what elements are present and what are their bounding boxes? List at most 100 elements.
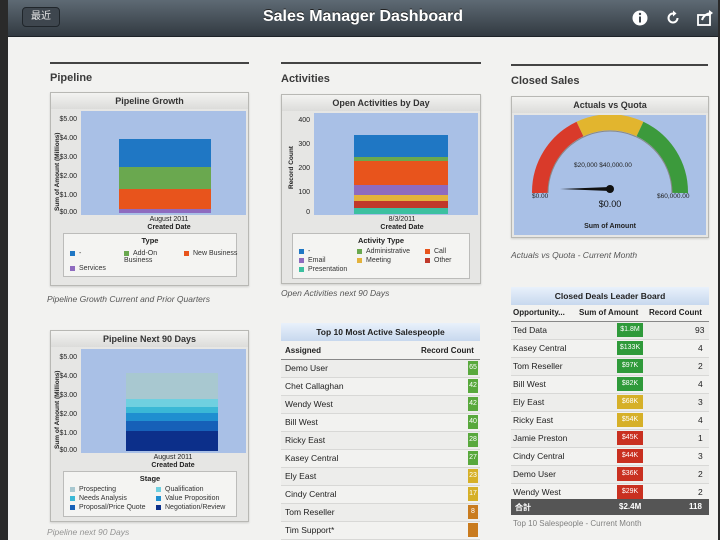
table-row[interactable]: Ely East 23: [281, 468, 480, 486]
legend-item: Administrative: [357, 248, 410, 255]
cell-count: 42: [468, 397, 478, 411]
y-tick: $5.00: [59, 354, 77, 361]
table-header: Opportunity... Sum of Amount Record Coun…: [511, 305, 709, 322]
bar-segment-proposal: [126, 421, 218, 431]
cell-count: 4: [698, 379, 703, 389]
bar-segment-call: [354, 161, 448, 185]
cell-count: 65: [468, 361, 478, 375]
chart-legend: Activity Type - Administrative Call Emai…: [292, 233, 470, 279]
cell-count: 42: [468, 379, 478, 393]
x-axis-label: Created Date: [380, 224, 424, 231]
bar-segment-presentation: [354, 208, 448, 214]
table-row[interactable]: Kasey Central $133K 4: [511, 340, 709, 358]
cell-name: Ricky East: [285, 435, 326, 445]
legend-item: -: [70, 250, 81, 257]
cell-amount: $44K: [617, 449, 643, 463]
table-row[interactable]: Cindy Central 17: [281, 486, 480, 504]
cell-count: 40: [468, 415, 478, 429]
chart-caption: Pipeline Growth Current and Prior Quarte…: [47, 294, 210, 304]
bar-segment-qualification: [126, 399, 218, 407]
cell-count: 2: [698, 469, 703, 479]
refresh-icon[interactable]: [662, 7, 684, 29]
table-row[interactable]: Ely East $68K 3: [511, 394, 709, 412]
section-title-closed-sales: Closed Sales: [511, 75, 580, 87]
y-tick: 0: [306, 209, 310, 216]
cell-name: Bill West: [285, 417, 318, 427]
chart-title: Actuals vs Quota: [512, 97, 708, 113]
table-row[interactable]: Jamie Preston $45K 1: [511, 430, 709, 448]
table-row[interactable]: Bill West $82K 4: [511, 376, 709, 394]
total-amount: $2.4M: [619, 502, 642, 511]
legend-item: Services: [70, 265, 106, 272]
ipad-screen: 最近 Sales Manager Dashboard Pipeline Acti…: [8, 0, 718, 540]
pipeline-growth-chart[interactable]: Pipeline Growth $5.00 $4.00 $3.00 $2.00 …: [50, 92, 249, 286]
app-title: Sales Manager Dashboard: [262, 8, 464, 25]
legend-item: Call: [425, 248, 446, 255]
cell-name: Wendy West: [285, 399, 333, 409]
table-row[interactable]: Ted Data $1.8M 93: [511, 322, 709, 340]
legend-item: New Business: [184, 250, 237, 257]
table-row[interactable]: Ricky East 28: [281, 432, 480, 450]
total-count: 118: [689, 502, 702, 511]
column-header-record-count: Record Count: [421, 346, 474, 355]
column-header-record-count: Record Count: [649, 308, 702, 317]
open-activities-chart[interactable]: Open Activities by Day 400 300 200 100 0…: [281, 94, 481, 284]
table-row[interactable]: Wendy West 42: [281, 396, 480, 414]
legend-item: Negotiation/Review: [156, 504, 225, 511]
cell-amount: $54K: [617, 413, 643, 427]
table-body: Demo User 65 Chet Callaghan 42 Wendy West 4…: [281, 360, 480, 540]
chart-caption: Actuals vs Quota - Current Month: [511, 250, 638, 260]
cell-name: Jamie Preston: [513, 433, 568, 443]
cell-name: Demo User: [285, 363, 328, 373]
x-tick: 8/3/2011: [388, 216, 416, 223]
cell-amount: $1.8M: [617, 323, 643, 337]
bar-segment-negotiation: [126, 431, 218, 451]
share-icon[interactable]: [694, 7, 716, 29]
gauge-x-label: Sum of Amount: [584, 223, 636, 230]
table-row[interactable]: Tom Reseller $97K 2: [511, 358, 709, 376]
cell-count: [468, 523, 478, 537]
table-row[interactable]: Ricky East $54K 4: [511, 412, 709, 430]
table-row[interactable]: Demo User $36K 2: [511, 466, 709, 484]
cell-name: Ted Data: [513, 325, 548, 335]
table-row[interactable]: Chet Callaghan 42: [281, 378, 480, 396]
legend-item: Meeting: [357, 257, 391, 264]
cell-count: 8: [468, 505, 478, 519]
cell-name: Tom Reseller: [513, 361, 563, 371]
info-icon[interactable]: [629, 7, 651, 29]
gauge-mid-labels: $20,000 $40,000.00: [574, 162, 632, 169]
chart-title: Pipeline Next 90 Days: [51, 331, 248, 347]
legend-title: Activity Type: [357, 236, 405, 245]
table-row[interactable]: Tim Support*: [281, 522, 480, 540]
section-title-activities: Activities: [281, 73, 330, 85]
plot-area: [314, 113, 478, 215]
bar-segment-add-on: [119, 167, 211, 189]
cell-name: Kasey Central: [285, 453, 339, 463]
cell-name: Tim Support*: [285, 525, 335, 535]
table-title: Top 10 Most Active Salespeople: [281, 323, 480, 341]
cell-count: 4: [698, 343, 703, 353]
table-row[interactable]: Demo User 65: [281, 360, 480, 378]
legend-item: Qualification: [156, 486, 204, 493]
cell-amount: $68K: [617, 395, 643, 409]
table-row[interactable]: Tom Reseller 8: [281, 504, 480, 522]
bar-segment-new-business: [119, 189, 211, 209]
cell-name: Ely East: [513, 397, 545, 407]
pipeline-next-90-chart[interactable]: Pipeline Next 90 Days $5.00 $4.00 $3.00 …: [50, 330, 249, 522]
legend-item: Presentation: [299, 266, 347, 273]
cell-amount: $45K: [617, 431, 643, 445]
activities-rule: [281, 62, 481, 64]
table-row[interactable]: Bill West 40: [281, 414, 480, 432]
column-header-opportunity: Opportunity...: [513, 308, 565, 317]
y-axis-label: Sum of Amount (Millions): [54, 370, 61, 449]
x-axis-label: Created Date: [151, 462, 195, 469]
cell-amount: $97K: [617, 359, 643, 373]
y-tick: $5.00: [59, 116, 77, 123]
actuals-vs-quota-gauge[interactable]: Actuals vs Quota $20,000 $40,000.00 $0.0…: [511, 96, 709, 238]
bar-segment-email: [354, 185, 448, 195]
cell-count: 28: [468, 433, 478, 447]
column-header-amount: Sum of Amount: [579, 308, 639, 317]
table-row[interactable]: Kasey Central 27: [281, 450, 480, 468]
table-row[interactable]: Cindy Central $44K 3: [511, 448, 709, 466]
pipeline-rule: [50, 62, 249, 64]
